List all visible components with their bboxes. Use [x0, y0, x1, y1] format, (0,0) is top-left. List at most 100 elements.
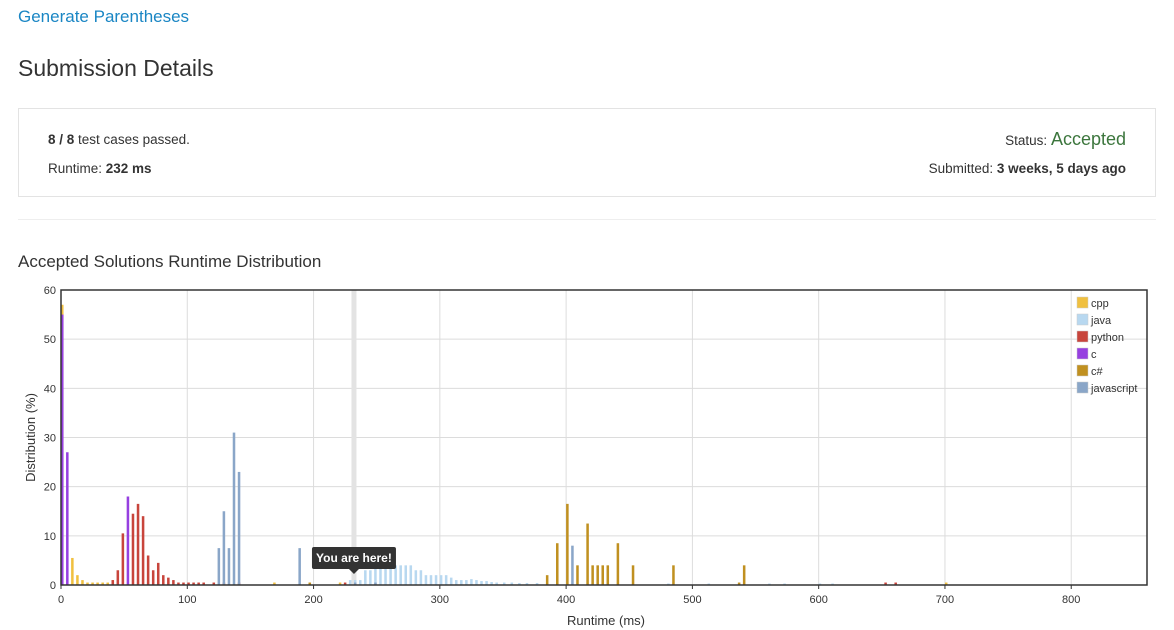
bar-python — [116, 570, 120, 585]
bar-java — [419, 570, 423, 585]
y-tick-label: 40 — [44, 383, 56, 395]
bar-javascript — [237, 471, 241, 585]
legend-swatch — [1076, 330, 1089, 343]
y-axis-label: Distribution (%) — [23, 393, 38, 482]
bar-python — [167, 577, 170, 585]
legend-swatch — [1076, 381, 1089, 394]
legend-label: cpp — [1091, 298, 1109, 310]
bar-c — [126, 496, 130, 585]
bar-csharp — [631, 565, 635, 585]
x-tick-label: 300 — [431, 594, 449, 606]
legend-swatch — [1076, 364, 1089, 377]
x-axis-label: Runtime (ms) — [567, 613, 645, 628]
legend-label: java — [1090, 315, 1112, 327]
legend-swatch — [1076, 347, 1089, 360]
y-tick-label: 50 — [44, 334, 56, 346]
legend-label: javascript — [1090, 383, 1137, 395]
section-divider — [18, 219, 1156, 220]
submitted-summary: Submitted: 3 weeks, 5 days ago — [929, 161, 1126, 176]
x-tick-label: 400 — [557, 594, 575, 606]
x-tick-label: 500 — [683, 594, 701, 606]
your-runtime-marker — [351, 290, 357, 585]
page-title: Submission Details — [18, 55, 214, 81]
status-badge: Accepted — [1050, 129, 1126, 149]
bar-java — [470, 579, 473, 585]
passed-count: 8 — [48, 132, 56, 147]
legend-swatch — [1076, 296, 1089, 309]
bar-python — [162, 575, 165, 585]
passed-suffix: test cases passed. — [74, 132, 190, 147]
bar-csharp — [616, 543, 620, 585]
count-separator: / — [55, 132, 67, 147]
y-tick-label: 20 — [44, 482, 56, 494]
bar-python — [141, 516, 145, 585]
y-tick-label: 30 — [44, 433, 56, 445]
bar-javascript — [227, 548, 231, 585]
legend-swatch — [1076, 313, 1089, 326]
legend-label: c — [1091, 349, 1097, 361]
y-tick-label: 60 — [44, 285, 56, 297]
runtime-distribution-chart: 0 100 200 300 400 500 600 700 800 0 10 20 30 40 50 60 Ru… — [23, 285, 1148, 628]
submission-details-panel: 8 / 8 test cases passed. Runtime: 232 ms… — [18, 108, 1156, 197]
bar-csharp — [672, 565, 675, 585]
bar-csharp — [586, 523, 589, 585]
bar-javascript — [217, 548, 221, 585]
runtime-value: 232 ms — [105, 161, 152, 176]
bar-javascript — [298, 548, 301, 585]
bar-csharp — [606, 565, 610, 585]
bar-python — [156, 562, 160, 585]
test-cases-summary: 8 / 8 test cases passed. — [48, 132, 190, 147]
bar-java — [424, 575, 428, 585]
x-tick-label: 200 — [304, 594, 322, 606]
y-tick-label: 10 — [44, 531, 56, 543]
bar-c — [66, 452, 69, 585]
bar-csharp — [556, 543, 559, 585]
bar-python — [121, 533, 125, 585]
bar-java — [439, 575, 443, 585]
bar-python — [151, 570, 155, 585]
bar-cpp — [71, 557, 74, 585]
bar-python — [136, 503, 140, 585]
x-tick-label: 0 — [58, 594, 64, 606]
status-summary: Status: Accepted — [1005, 129, 1126, 150]
runtime-summary: Runtime: 232 ms — [48, 161, 152, 176]
x-tick-label: 800 — [1062, 594, 1080, 606]
bar-java — [409, 565, 413, 585]
bar-java — [369, 570, 372, 585]
status-label: Status: — [1005, 133, 1051, 148]
runtime-label: Runtime: — [48, 161, 106, 176]
submitted-label: Submitted: — [928, 161, 997, 176]
x-tick-label: 100 — [178, 594, 196, 606]
bar-java — [449, 577, 453, 585]
x-tick-label: 600 — [809, 594, 827, 606]
bar-csharp — [576, 565, 579, 585]
legend-label: c# — [1091, 366, 1104, 378]
tooltip-arrow — [348, 569, 359, 574]
bar-java — [429, 575, 433, 585]
bar-python — [131, 513, 135, 585]
bar-csharp — [596, 565, 599, 585]
bar-java — [444, 575, 448, 585]
problem-title-link[interactable]: Generate Parentheses — [18, 7, 189, 27]
y-tick-label: 0 — [50, 580, 56, 592]
x-tick-label: 700 — [936, 594, 954, 606]
bar-python — [146, 555, 150, 585]
bar-java — [364, 570, 367, 585]
bar-csharp — [591, 565, 594, 585]
chart-title: Accepted Solutions Runtime Distribution — [18, 252, 322, 271]
bar-cpp — [76, 575, 79, 585]
bar-javascript — [571, 545, 574, 585]
bar-java — [399, 565, 402, 585]
bar-csharp — [742, 565, 746, 585]
legend-label: python — [1091, 332, 1124, 344]
bar-javascript — [222, 511, 226, 585]
tooltip-text: You are here! — [316, 551, 392, 565]
bar-java — [404, 565, 408, 585]
bar-csharp — [566, 503, 569, 585]
submitted-value: 3 weeks, 5 days ago — [996, 161, 1126, 176]
bar-csharp — [601, 565, 604, 585]
bar-java — [434, 575, 438, 585]
bar-csharp — [545, 575, 549, 585]
bar-java — [414, 570, 418, 585]
bar-javascript — [232, 432, 236, 585]
